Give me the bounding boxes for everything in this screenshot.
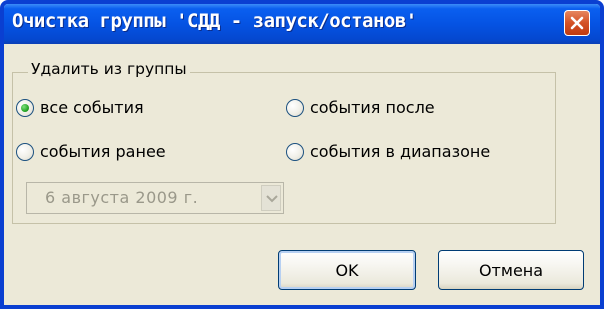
date-picker[interactable]: 6 августа 2009 г.	[26, 182, 284, 214]
radio-label-events-before: события ранее	[40, 142, 166, 161]
radio-button[interactable]	[16, 142, 34, 161]
close-x-icon	[570, 16, 584, 30]
radio-button[interactable]	[286, 142, 304, 161]
ok-button[interactable]: OK	[278, 250, 416, 290]
radio-events-before[interactable]: события ранее	[16, 142, 166, 161]
radio-events-after[interactable]: события после	[286, 98, 435, 117]
date-value: 6 августа 2009 г.	[45, 188, 199, 207]
close-button[interactable]	[564, 10, 590, 36]
radio-all-events[interactable]: все события	[16, 98, 144, 117]
radio-label-all-events: все события	[40, 98, 144, 117]
group-legend: Удалить из группы	[28, 60, 190, 78]
radio-label-events-after: события после	[310, 98, 435, 117]
radio-button[interactable]	[286, 98, 304, 117]
radio-label-events-in-range: события в диапазоне	[310, 142, 491, 161]
radio-events-in-range[interactable]: события в диапазоне	[286, 142, 490, 161]
window-title: Очистка группы 'СДД - запуск/останов'	[12, 10, 417, 32]
dialog-window: Очистка группы 'СДД - запуск/останов' Уд…	[0, 0, 604, 309]
chevron-down-icon	[266, 195, 278, 203]
cancel-button[interactable]: Отмена	[438, 250, 584, 290]
title-bar[interactable]: Очистка группы 'СДД - запуск/останов'	[4, 4, 600, 44]
radio-button-checked[interactable]	[16, 98, 34, 117]
date-dropdown-button[interactable]	[261, 185, 281, 211]
